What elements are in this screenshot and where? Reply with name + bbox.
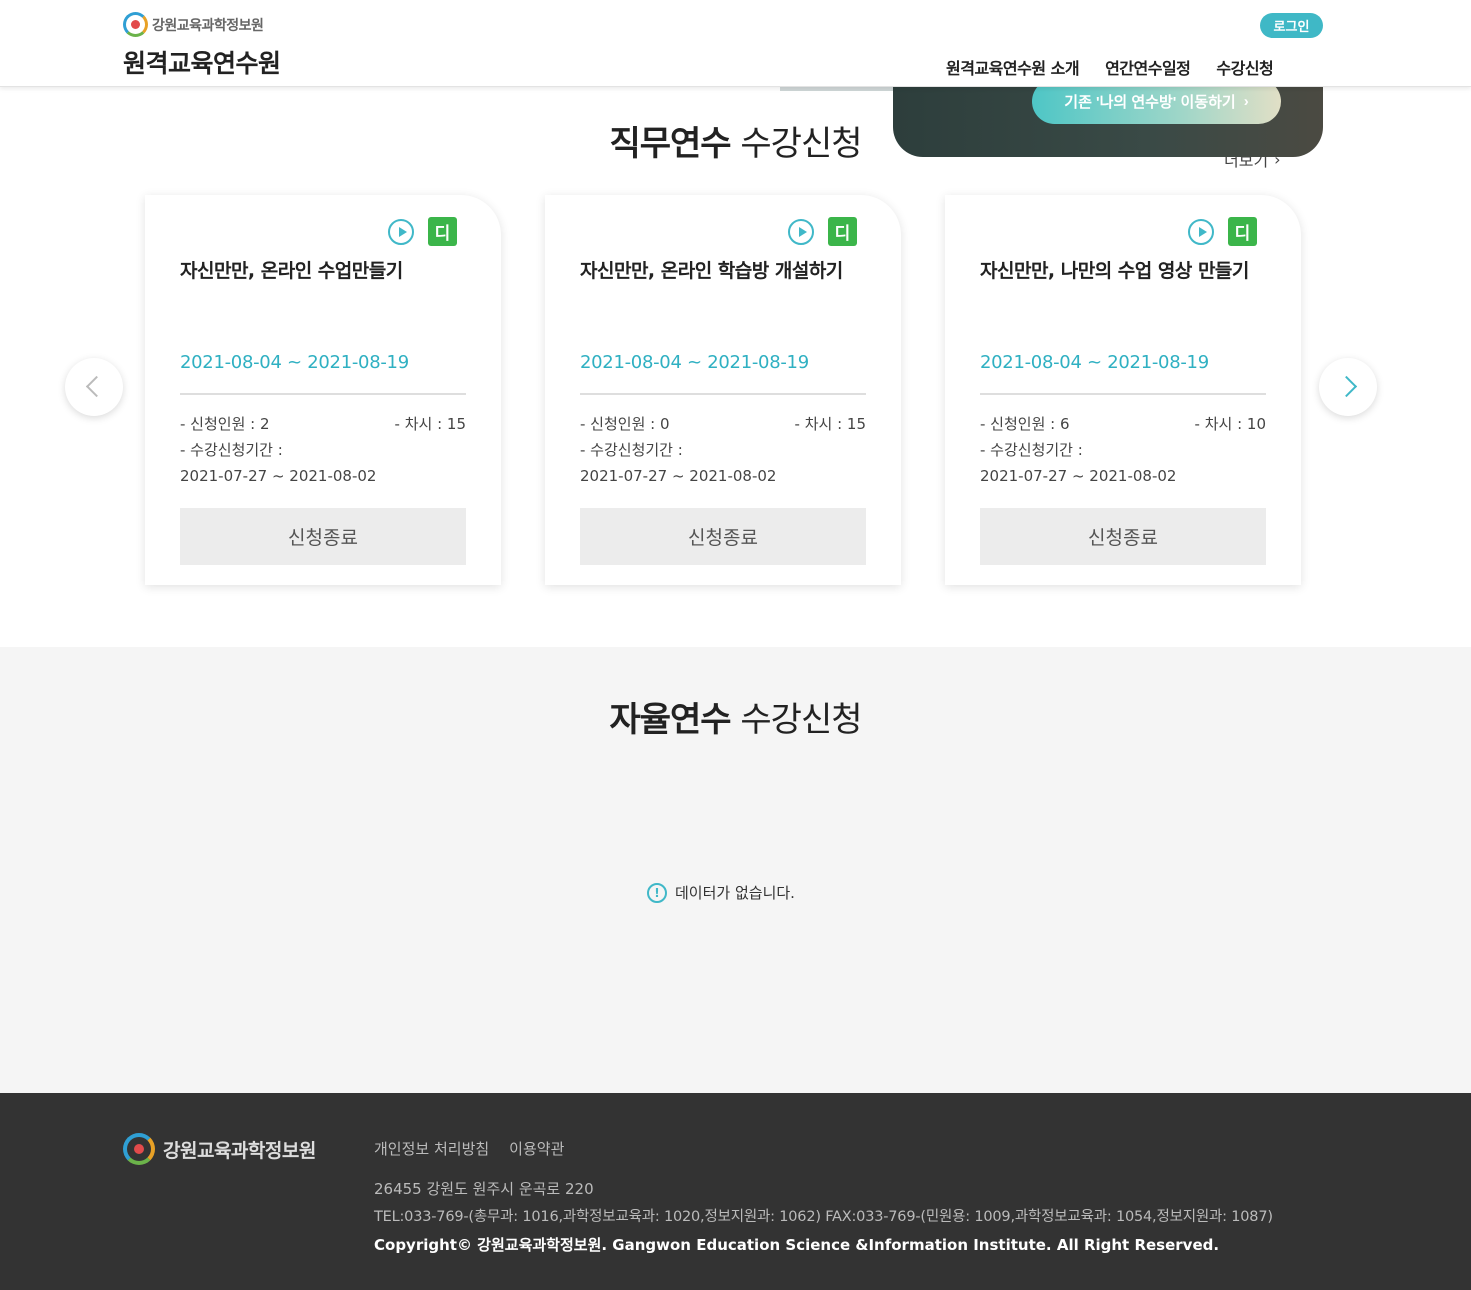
- card-icons: 디: [388, 217, 457, 246]
- main-nav: 원격교육연수원 소개 연간연수일정 수강신청: [946, 55, 1274, 79]
- card-title[interactable]: 자신만만, 온라인 학습방 개설하기: [580, 256, 870, 286]
- terms-link[interactable]: 이용약관: [509, 1138, 564, 1159]
- footer-copyright: Copyright© 강원교육과학정보원. Gangwon Education …: [374, 1236, 1220, 1254]
- nav-item-schedule[interactable]: 연간연수일정: [1105, 55, 1191, 79]
- card-sessions: - 차시 : 15: [794, 415, 866, 433]
- card-divider: [180, 393, 466, 395]
- card-divider: [980, 393, 1266, 395]
- self-training-title-rest: 수강신청: [730, 700, 862, 740]
- card-apply-period: 2021-07-27 ~ 2021-08-02: [580, 467, 777, 485]
- digital-badge: 디: [1228, 217, 1257, 246]
- course-card[interactable]: 디 자신만만, 온라인 수업만들기 2021-08-04 ~ 2021-08-1…: [145, 195, 501, 585]
- carousel-prev-button[interactable]: [65, 358, 123, 416]
- org-logo-icon: [123, 12, 148, 37]
- org-logo[interactable]: 강원교육과학정보원: [123, 12, 264, 37]
- footer-logo: 강원교육과학정보원: [123, 1133, 316, 1165]
- application-closed-button[interactable]: 신청종료: [180, 508, 466, 565]
- card-applicants: - 신청인원 : 2: [180, 415, 270, 433]
- nav-item-intro[interactable]: 원격교육연수원 소개: [946, 55, 1080, 79]
- play-icon[interactable]: [788, 218, 814, 245]
- card-title[interactable]: 자신만만, 온라인 수업만들기: [180, 256, 470, 286]
- card-apply-period-label: - 수강신청기간 :: [980, 441, 1083, 459]
- card-title[interactable]: 자신만만, 나만의 수업 영상 만들기: [980, 256, 1270, 286]
- card-apply-period-label: - 수강신청기간 :: [580, 441, 683, 459]
- card-info: - 신청인원 : 0 - 차시 : 15 - 수강신청기간 : 2021-07-…: [580, 411, 866, 489]
- course-card[interactable]: 디 자신만만, 온라인 학습방 개설하기 2021-08-04 ~ 2021-0…: [545, 195, 901, 585]
- card-info: - 신청인원 : 2 - 차시 : 15 - 수강신청기간 : 2021-07-…: [180, 411, 466, 489]
- application-closed-button[interactable]: 신청종료: [580, 508, 866, 565]
- empty-message: ! 데이터가 없습니다.: [647, 882, 795, 903]
- alert-icon: !: [647, 882, 667, 903]
- site-header: 강원교육과학정보원 원격교육연수원 로그인 원격교육연수원 소개 연간연수일정 …: [0, 0, 1471, 87]
- card-sessions: - 차시 : 10: [1194, 415, 1266, 433]
- job-training-title-bold: 직무연수: [609, 124, 731, 164]
- footer-tel: TEL:033-769-(총무과: 1016,과학정보교육과: 1020,정보지…: [374, 1209, 1273, 1225]
- course-card[interactable]: 디 자신만만, 나만의 수업 영상 만들기 2021-08-04 ~ 2021-…: [945, 195, 1301, 585]
- banner-strip: [780, 87, 895, 91]
- card-icons: 디: [788, 217, 857, 246]
- org-logo-icon: [123, 1133, 155, 1165]
- card-sessions: - 차시 : 15: [394, 415, 466, 433]
- privacy-policy-link[interactable]: 개인정보 처리방침: [374, 1138, 489, 1159]
- card-training-period: 2021-08-04 ~ 2021-08-19: [580, 352, 809, 373]
- empty-message-text: 데이터가 없습니다.: [675, 884, 795, 902]
- job-training-title-rest: 수강신청: [730, 124, 862, 164]
- footer-address-block: 26455 강원도 원주시 운곡로 220 TEL:033-769-(총무과: …: [374, 1175, 1273, 1259]
- self-training-title-bold: 자율연수: [609, 700, 731, 740]
- card-icons: 디: [1188, 217, 1257, 246]
- card-info: - 신청인원 : 6 - 차시 : 10 - 수강신청기간 : 2021-07-…: [980, 411, 1266, 489]
- org-name: 강원교육과학정보원: [152, 17, 264, 34]
- card-training-period: 2021-08-04 ~ 2021-08-19: [180, 352, 409, 373]
- card-training-period: 2021-08-04 ~ 2021-08-19: [980, 352, 1209, 373]
- footer-org-name: 강원교육과학정보원: [163, 1139, 316, 1162]
- card-applicants: - 신청인원 : 6: [980, 415, 1070, 433]
- play-icon[interactable]: [388, 218, 414, 245]
- card-apply-period-label: - 수강신청기간 :: [180, 441, 283, 459]
- self-training-title: 자율연수 수강신청: [0, 692, 1471, 741]
- login-button[interactable]: 로그인: [1260, 13, 1323, 38]
- carousel-next-button[interactable]: [1319, 358, 1377, 416]
- card-applicants: - 신청인원 : 0: [580, 415, 670, 433]
- digital-badge: 디: [428, 217, 457, 246]
- site-title[interactable]: 원격교육연수원: [123, 44, 281, 80]
- card-divider: [580, 393, 866, 395]
- footer-address: 26455 강원도 원주시 운곡로 220: [374, 1180, 594, 1198]
- card-apply-period: 2021-07-27 ~ 2021-08-02: [980, 467, 1177, 485]
- chevron-right-icon: ›: [1243, 93, 1249, 110]
- nav-item-apply[interactable]: 수강신청: [1216, 55, 1273, 79]
- footer-links: 개인정보 처리방침 이용약관: [374, 1138, 564, 1159]
- legacy-room-button-label: 기존 '나의 연수방' 이동하기: [1064, 94, 1236, 111]
- application-closed-button[interactable]: 신청종료: [980, 508, 1266, 565]
- card-apply-period: 2021-07-27 ~ 2021-08-02: [180, 467, 377, 485]
- digital-badge: 디: [828, 217, 857, 246]
- site-footer: 강원교육과학정보원 개인정보 처리방침 이용약관 26455 강원도 원주시 운…: [0, 1093, 1471, 1290]
- play-icon[interactable]: [1188, 218, 1214, 245]
